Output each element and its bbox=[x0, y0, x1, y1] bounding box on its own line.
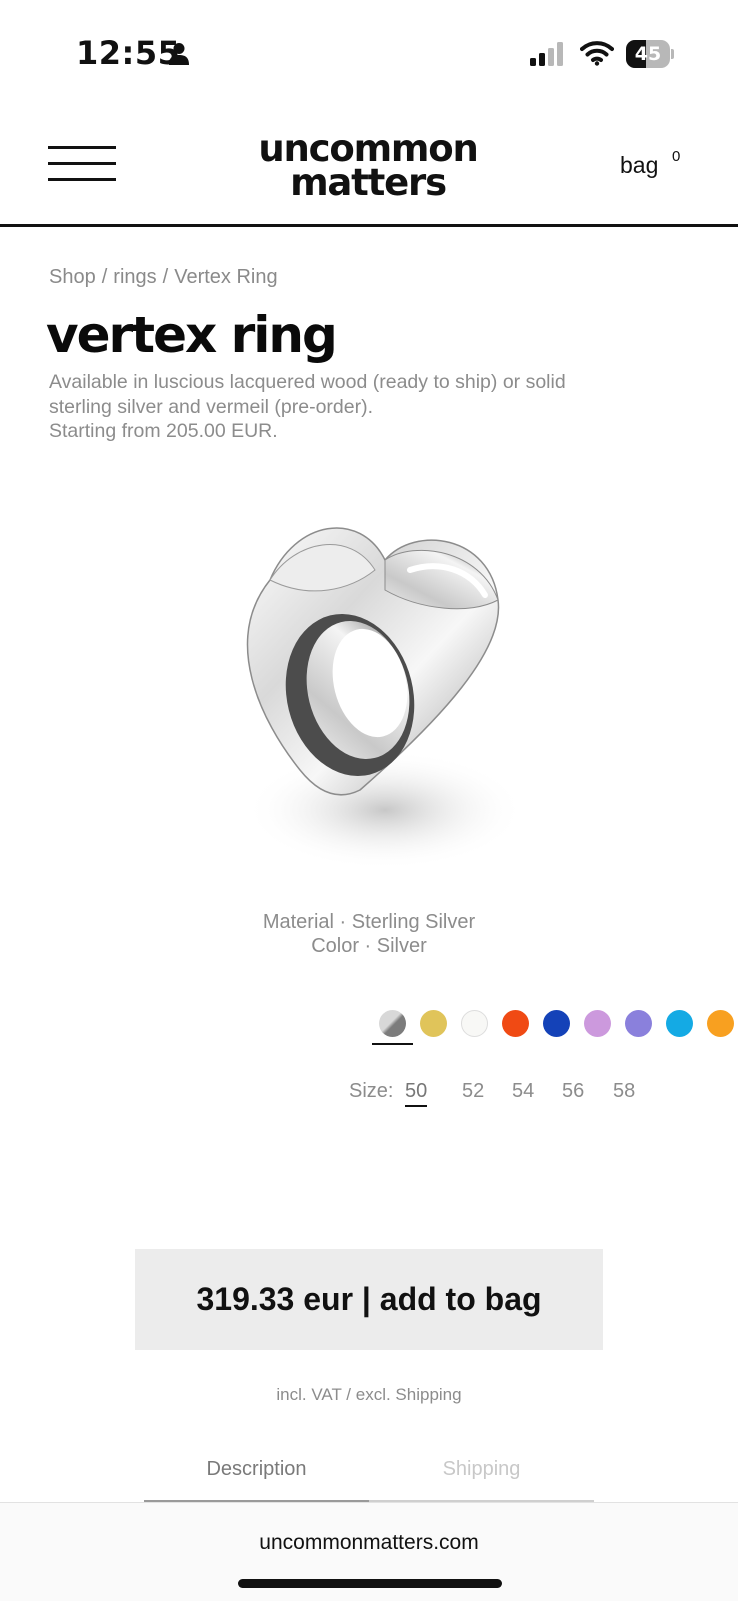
status-bar: 12:55 45 bbox=[0, 0, 738, 110]
tab-description[interactable]: Description bbox=[144, 1452, 369, 1502]
color-text: Color · Silver bbox=[311, 935, 427, 957]
breadcrumb: Shop / rings / Vertex Ring bbox=[49, 266, 278, 289]
site-logo[interactable]: uncommon matters bbox=[232, 130, 504, 204]
vat-note: incl. VAT / excl. Shipping bbox=[276, 1385, 462, 1404]
breadcrumb-shop[interactable]: Shop bbox=[49, 266, 96, 288]
selected-swatch-underline bbox=[372, 1043, 413, 1045]
battery-level: 45 bbox=[634, 43, 662, 65]
breadcrumb-rings[interactable]: rings bbox=[113, 266, 156, 288]
size-option-56[interactable]: 56 bbox=[562, 1080, 584, 1103]
breadcrumb-current[interactable]: Vertex Ring bbox=[174, 266, 277, 288]
size-option-58[interactable]: 58 bbox=[613, 1080, 635, 1103]
site-header: uncommon matters bag 0 bbox=[0, 110, 738, 227]
tab-shipping[interactable]: Shipping bbox=[369, 1452, 594, 1502]
product-description: Available in luscious lacquered wood (re… bbox=[49, 370, 689, 444]
product-tabs: Description Shipping bbox=[144, 1452, 594, 1502]
battery-indicator: 45 bbox=[626, 40, 674, 68]
swatch-blue[interactable] bbox=[543, 1010, 570, 1037]
size-option-52[interactable]: 52 bbox=[462, 1080, 484, 1103]
swatch-orange[interactable] bbox=[707, 1010, 734, 1037]
wifi-icon bbox=[580, 41, 614, 66]
swatch-sky-blue[interactable] bbox=[666, 1010, 693, 1037]
tab-label: Description bbox=[206, 1458, 307, 1480]
breadcrumb-separator: / bbox=[162, 266, 169, 288]
add-to-bag-button[interactable]: 319.33 eur | add to bag bbox=[135, 1249, 603, 1350]
logo-line-2: matters bbox=[290, 161, 447, 204]
description-line: Starting from 205.00 EUR. bbox=[49, 420, 278, 442]
home-indicator[interactable] bbox=[238, 1579, 502, 1588]
swatch-gold[interactable] bbox=[420, 1010, 447, 1037]
product-specs: Material · Sterling Silver Color · Silve… bbox=[0, 910, 738, 958]
bag-count-badge: 0 bbox=[672, 148, 681, 165]
swatch-lavender[interactable] bbox=[625, 1010, 652, 1037]
swatch-orange-red[interactable] bbox=[502, 1010, 529, 1037]
swatch-lilac[interactable] bbox=[584, 1010, 611, 1037]
breadcrumb-separator: / bbox=[101, 266, 108, 288]
hamburger-menu-icon[interactable] bbox=[48, 146, 116, 182]
url-text[interactable]: uncommonmatters.com bbox=[0, 1531, 738, 1555]
person-icon bbox=[169, 43, 189, 65]
material-text: Material · Sterling Silver bbox=[262, 911, 476, 933]
product-image[interactable] bbox=[200, 500, 540, 900]
signal-icon bbox=[530, 42, 563, 66]
status-time: 12:55 bbox=[76, 34, 181, 72]
description-line: Available in luscious lacquered wood (re… bbox=[49, 371, 566, 393]
swatch-white[interactable] bbox=[461, 1010, 488, 1037]
browser-address-bar: uncommonmatters.com bbox=[0, 1502, 738, 1601]
swatch-silver[interactable] bbox=[379, 1010, 406, 1037]
size-option-54[interactable]: 54 bbox=[512, 1080, 534, 1103]
product-title: vertex ring bbox=[46, 306, 338, 364]
tab-label: Shipping bbox=[442, 1458, 521, 1480]
bag-link[interactable]: bag bbox=[620, 152, 658, 179]
description-line: sterling silver and vermeil (pre-order). bbox=[49, 395, 374, 418]
size-label: Size: bbox=[349, 1080, 394, 1102]
size-option-50[interactable]: 50 bbox=[405, 1080, 428, 1107]
